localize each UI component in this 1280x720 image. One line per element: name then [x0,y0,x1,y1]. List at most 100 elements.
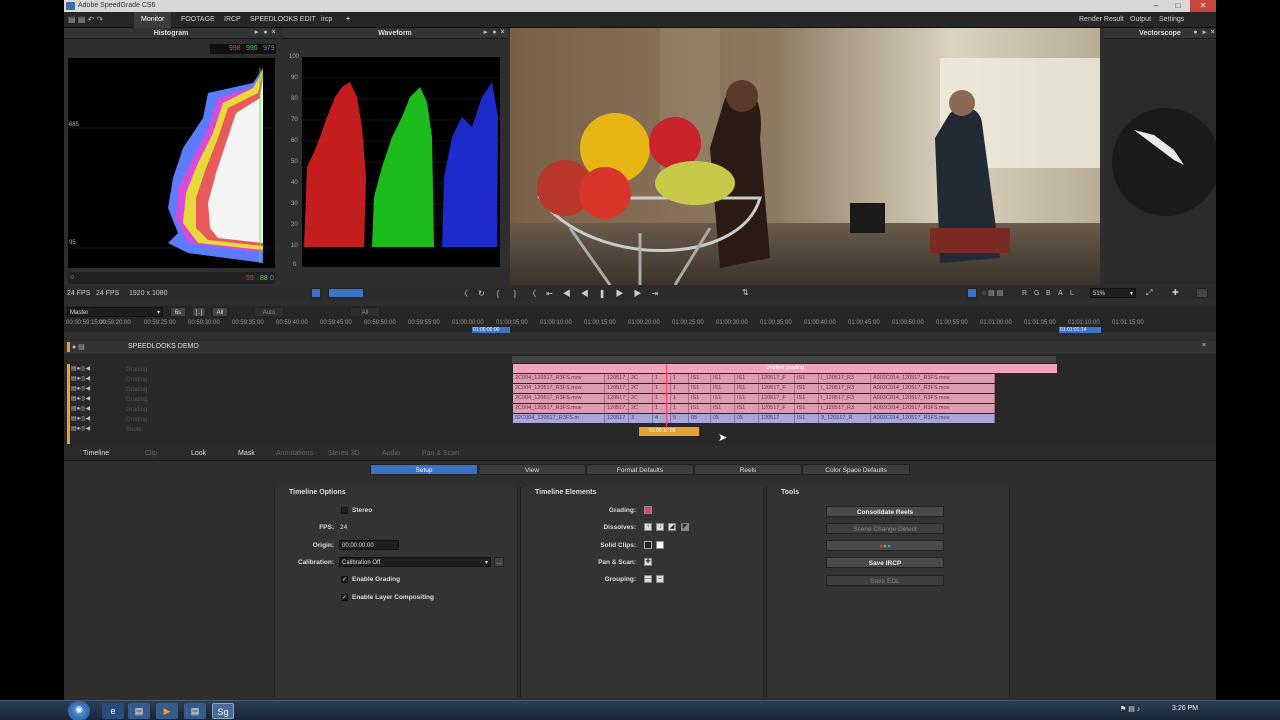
clip[interactable]: 2C004_120517_R3FS.mov [513,404,605,413]
clip[interactable]: IS1 [711,374,735,383]
clip[interactable]: 2C004_120517_R3FS.mov [513,384,605,393]
pan-scan-icon[interactable]: ✚ [644,558,652,566]
channel-l[interactable]: L [1070,290,1074,297]
timecode-ruler[interactable]: 00:00:59:15:00 00:59:20:00 00:59:25:00 0… [64,318,1216,333]
compare-icon[interactable] [967,288,977,298]
menu-settings[interactable]: Settings [1152,12,1191,28]
track-controls-icon[interactable]: ▤●◎◀ [71,375,90,382]
channel-r[interactable]: R [1022,290,1027,297]
menu-monitor[interactable]: Monitor [134,12,172,28]
dissolve-ramp-icon[interactable]: ◢ [668,523,676,531]
timeline-tracks[interactable]: Untitled grading ▤●◎◀ Grading ▤●◎◀ Gradi… [64,354,1216,446]
clip[interactable]: A003C014_120517_R3FS.mov [871,394,995,403]
view-options-icons[interactable]: ○ ▤ ▤ [982,289,1003,297]
clip[interactable]: 1 [653,394,671,403]
shot-clip[interactable]: IS1 [795,414,819,423]
clip[interactable]: 120517_I [605,404,629,413]
histogram-settings-icon[interactable]: ○ [70,274,74,281]
clip[interactable]: IS1 [795,384,819,393]
tab-audio[interactable]: Audio [382,447,400,461]
clip[interactable]: I_120517_R3 [819,374,871,383]
dissolve-up-icon[interactable]: ↑ [644,523,652,531]
end-timecode[interactable]: 01:01:01:14 [1059,327,1101,333]
zoom-select[interactable]: 51% ▾ [1090,288,1136,298]
tab-stereo-3d[interactable]: Stereo 3D [328,447,360,461]
clip[interactable]: 1 [653,374,671,383]
tab-pan-scan[interactable]: Pan & Scan [422,447,459,461]
monitor-mode-icon[interactable] [311,288,321,298]
ie-icon[interactable]: e [102,703,124,719]
close-button[interactable]: ✕ [1190,0,1216,12]
calibration-browse-button[interactable]: … [494,557,504,567]
stereo-checkbox[interactable] [341,507,348,514]
clip[interactable]: 2C004_120517_R3FS.mov [513,394,605,403]
clip[interactable]: 2C [629,374,653,383]
track-controls-icon[interactable]: ▤●◎◀ [71,425,90,432]
auto-button[interactable]: Auto [254,307,284,317]
clip[interactable]: IS1 [735,394,759,403]
clip[interactable]: A003C014_120517_R3FS.mov [871,404,995,413]
shot-clip[interactable]: 02C004_120517_R3FS.m [513,414,605,423]
tab-clip[interactable]: Clip [145,447,157,461]
clip[interactable]: 1 [671,404,689,413]
clip[interactable]: IS1 [795,374,819,383]
zoom-fit-button[interactable]: [..] [192,307,206,317]
menu-speedlooks-edit[interactable]: SPEEDLOOKS EDIT [243,12,323,28]
media-icon[interactable]: ▶ [156,703,178,719]
consolidate-reels-button[interactable]: Consolidate Reels [826,506,944,517]
crosshair-icon[interactable]: ✚ [1172,288,1179,297]
clip[interactable]: 2C [629,394,653,403]
clip[interactable]: IS1 [795,394,819,403]
panel-menu-icon[interactable]: ▸ [482,29,489,37]
maximize-button[interactable]: □ [1168,0,1188,12]
clip[interactable]: 2C004_120517_R3FS.mov [513,374,605,383]
clip[interactable]: I_120517_R3 [819,394,871,403]
enable-layer-checkbox[interactable]: ✓ [341,594,348,601]
enable-grading-checkbox[interactable]: ✓ [341,576,348,583]
subtab-view[interactable]: View [478,464,586,475]
clip[interactable]: IS1 [711,394,735,403]
solid-clip-black-icon[interactable] [644,541,652,549]
monitor-viewer[interactable] [510,28,1100,285]
close-icon[interactable]: × [499,29,506,37]
clip[interactable]: IS1 [735,374,759,383]
clip[interactable]: 120517_F [759,384,795,393]
speedgrade-taskbar-icon[interactable]: Sg [212,703,234,719]
channel-a[interactable]: A [1058,290,1063,297]
menu-footage[interactable]: FOOTAGE [174,12,222,28]
tab-annotations[interactable]: Annotations [276,447,313,461]
fit-icon[interactable]: ⤢ [1146,288,1152,298]
playhead-timecode[interactable]: 01:00:17:09 [639,427,699,436]
channel-g[interactable]: G [1034,290,1039,297]
panel-menu-icon[interactable]: ▸ [1201,29,1208,37]
master-select[interactable]: Master ▾ [67,307,163,317]
all-button[interactable]: All [350,307,380,317]
clip[interactable]: A003C014_120517_R3FS.mov [871,384,995,393]
grading-color-icon[interactable] [644,506,652,514]
clip[interactable]: I_120517_R3 [819,384,871,393]
clip[interactable]: 1 [671,384,689,393]
lock-icon[interactable]: ● [491,29,498,37]
menu-ircp-lower[interactable]: ircp [314,12,339,28]
clip[interactable]: 2C [629,404,653,413]
panel-menu-icon[interactable]: ▸ [253,29,260,37]
view-toggle-icons[interactable] [328,288,364,298]
clip[interactable]: 120517_F [759,404,795,413]
color-tool-button[interactable]: ●●● [826,540,944,551]
add-tab-button[interactable]: + [339,12,357,28]
shot-clip[interactable]: 05 [689,414,711,423]
transport-buttons[interactable]: 〈↻❲❳〈⇤◀◀❚▶▶⇥ [460,288,668,299]
shot-clip[interactable]: A003C014_120517_R3FS.mov [871,414,995,423]
minimize-button[interactable]: – [1146,0,1166,12]
origin-field[interactable]: 00:00:00:00 [339,540,399,550]
shot-clip[interactable]: 05 [735,414,759,423]
close-icon[interactable]: × [1202,342,1206,349]
save-edl-button[interactable]: Save EDL [826,575,944,586]
tray-icons[interactable]: ⚑ ▤ ♪ [1120,705,1140,713]
clip[interactable]: 1 [671,394,689,403]
track-controls-icon[interactable]: ▤●◎◀ [71,405,90,412]
track-controls-icon[interactable]: ▤●◎◀ [71,415,90,422]
clip[interactable]: IS1 [689,374,711,383]
clip-area[interactable]: 2C004_120517_R3FS.mov 120517_I 2C 1 1 IS1 IS1 I… [513,374,1057,434]
shot-clip[interactable]: 120517 [605,414,629,423]
